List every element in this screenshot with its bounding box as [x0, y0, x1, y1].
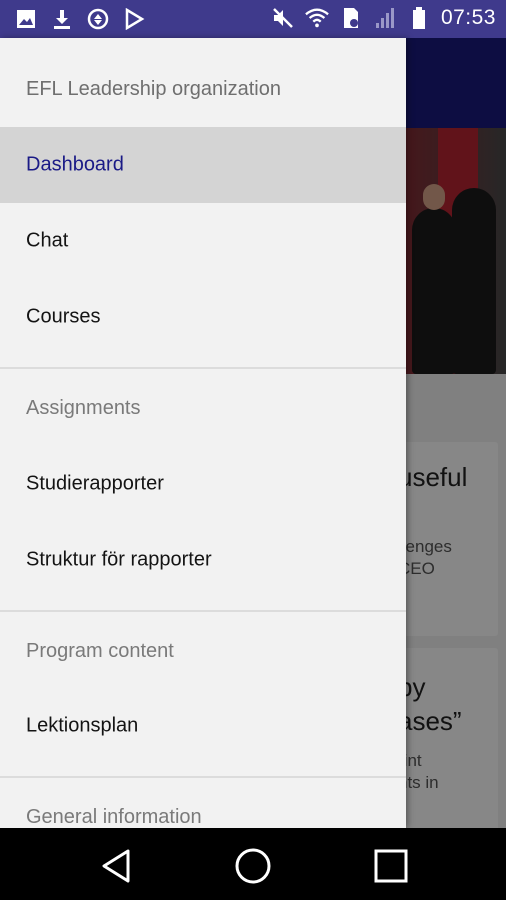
navigation-drawer: EFL Leadership organization Dashboard Ch… [0, 38, 406, 828]
system-navigation-bar [0, 828, 506, 900]
nav-item-label: Struktur för rapporter [26, 548, 212, 571]
drawer-header: EFL Leadership organization [26, 78, 281, 100]
section-label-assignments: Assignments [26, 397, 141, 419]
nav-item-label: Courses [26, 305, 101, 328]
nav-item-struktur-for-rapporter[interactable]: Struktur för rapporter [0, 522, 406, 598]
nav-item-dashboard[interactable]: Dashboard [0, 127, 406, 203]
nav-item-lektionsplan[interactable]: Lektionsplan [0, 688, 406, 764]
sim-icon [339, 6, 363, 30]
recents-icon[interactable] [369, 844, 413, 888]
home-icon[interactable] [231, 844, 275, 888]
nav-item-label: Dashboard [26, 153, 124, 176]
notification-icons [14, 7, 146, 31]
nav-item-label: Lektionsplan [26, 714, 139, 737]
signal-icon [373, 6, 397, 30]
divider [0, 367, 406, 369]
divider [0, 776, 406, 778]
nav-item-chat[interactable]: Chat [0, 203, 406, 279]
sync-icon [86, 7, 110, 31]
divider [0, 610, 406, 612]
nav-item-label: Studierapporter [26, 472, 164, 495]
clock: 07:53 [440, 6, 496, 29]
play-store-icon [122, 7, 146, 31]
download-icon [50, 7, 74, 31]
mute-icon [271, 6, 295, 30]
section-label-program-content: Program content [26, 640, 174, 662]
wifi-icon [305, 6, 329, 30]
nav-item-studierapporter[interactable]: Studierapporter [0, 446, 406, 522]
nav-item-label: Chat [26, 229, 69, 252]
system-icons: 07:53 [271, 6, 496, 30]
section-label-general-information: General information [26, 806, 202, 828]
battery-icon [407, 6, 431, 30]
nav-item-courses[interactable]: Courses [0, 279, 406, 355]
status-bar: 07:53 [0, 0, 506, 38]
back-icon[interactable] [94, 844, 138, 888]
image-icon [14, 7, 38, 31]
